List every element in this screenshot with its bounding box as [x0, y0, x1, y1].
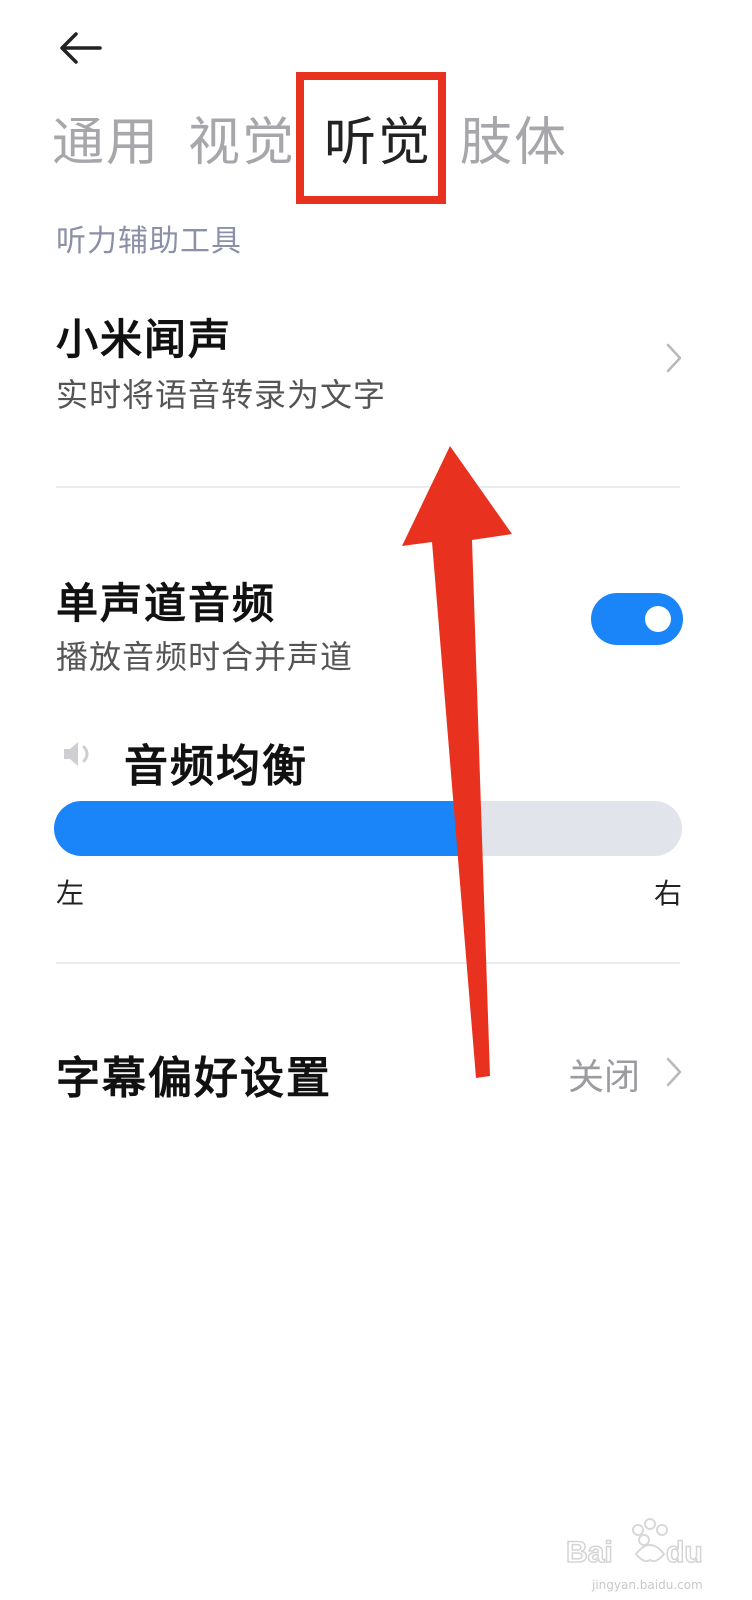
list-item-caption-preferences[interactable]: 字幕偏好设置 关闭 [0, 1030, 752, 1120]
divider [56, 486, 680, 488]
balance-right-label: 右 [654, 877, 683, 910]
audio-balance-slider[interactable] [54, 801, 682, 856]
mono-audio-title: 单声道音频 [56, 579, 277, 628]
toggle-knob [645, 606, 671, 632]
watermark-subtext: jingyan.baidu.com [592, 1578, 703, 1592]
speaker-icon [60, 736, 100, 776]
tab-physical[interactable]: 肢体 [460, 108, 568, 178]
mi-hearing-subtitle: 实时将语音转录为文字 [56, 376, 387, 414]
accessibility-hearing-screen: 通用 视觉 听觉 肢体 听力辅助工具 小米闻声 实时将语音转录为文字 单声道音频… [0, 0, 752, 1600]
balance-left-label: 左 [56, 877, 85, 910]
mi-hearing-title: 小米闻声 [56, 315, 233, 364]
caption-preferences-title: 字幕偏好设置 [56, 1053, 332, 1104]
mono-audio-subtitle: 播放音频时合并声道 [56, 638, 354, 676]
svg-text:du: du [666, 1536, 703, 1569]
arrow-left-icon [60, 32, 102, 64]
audio-balance-title: 音频均衡 [124, 741, 308, 792]
annotation-highlight-box [296, 72, 446, 204]
section-title: 听力辅助工具 [56, 224, 242, 259]
mono-audio-toggle[interactable] [591, 593, 683, 645]
caption-preferences-value: 关闭 [568, 1057, 641, 1098]
tab-vision[interactable]: 视觉 [188, 108, 296, 178]
list-item-mi-hearing[interactable]: 小米闻声 实时将语音转录为文字 [0, 290, 752, 450]
back-button[interactable] [48, 20, 112, 76]
chevron-right-icon [660, 338, 688, 378]
tab-general[interactable]: 通用 [52, 108, 160, 178]
divider [56, 962, 680, 964]
svg-text:Bai: Bai [566, 1536, 613, 1569]
chevron-right-icon [660, 1052, 688, 1092]
annotation-arrow [402, 446, 512, 1078]
